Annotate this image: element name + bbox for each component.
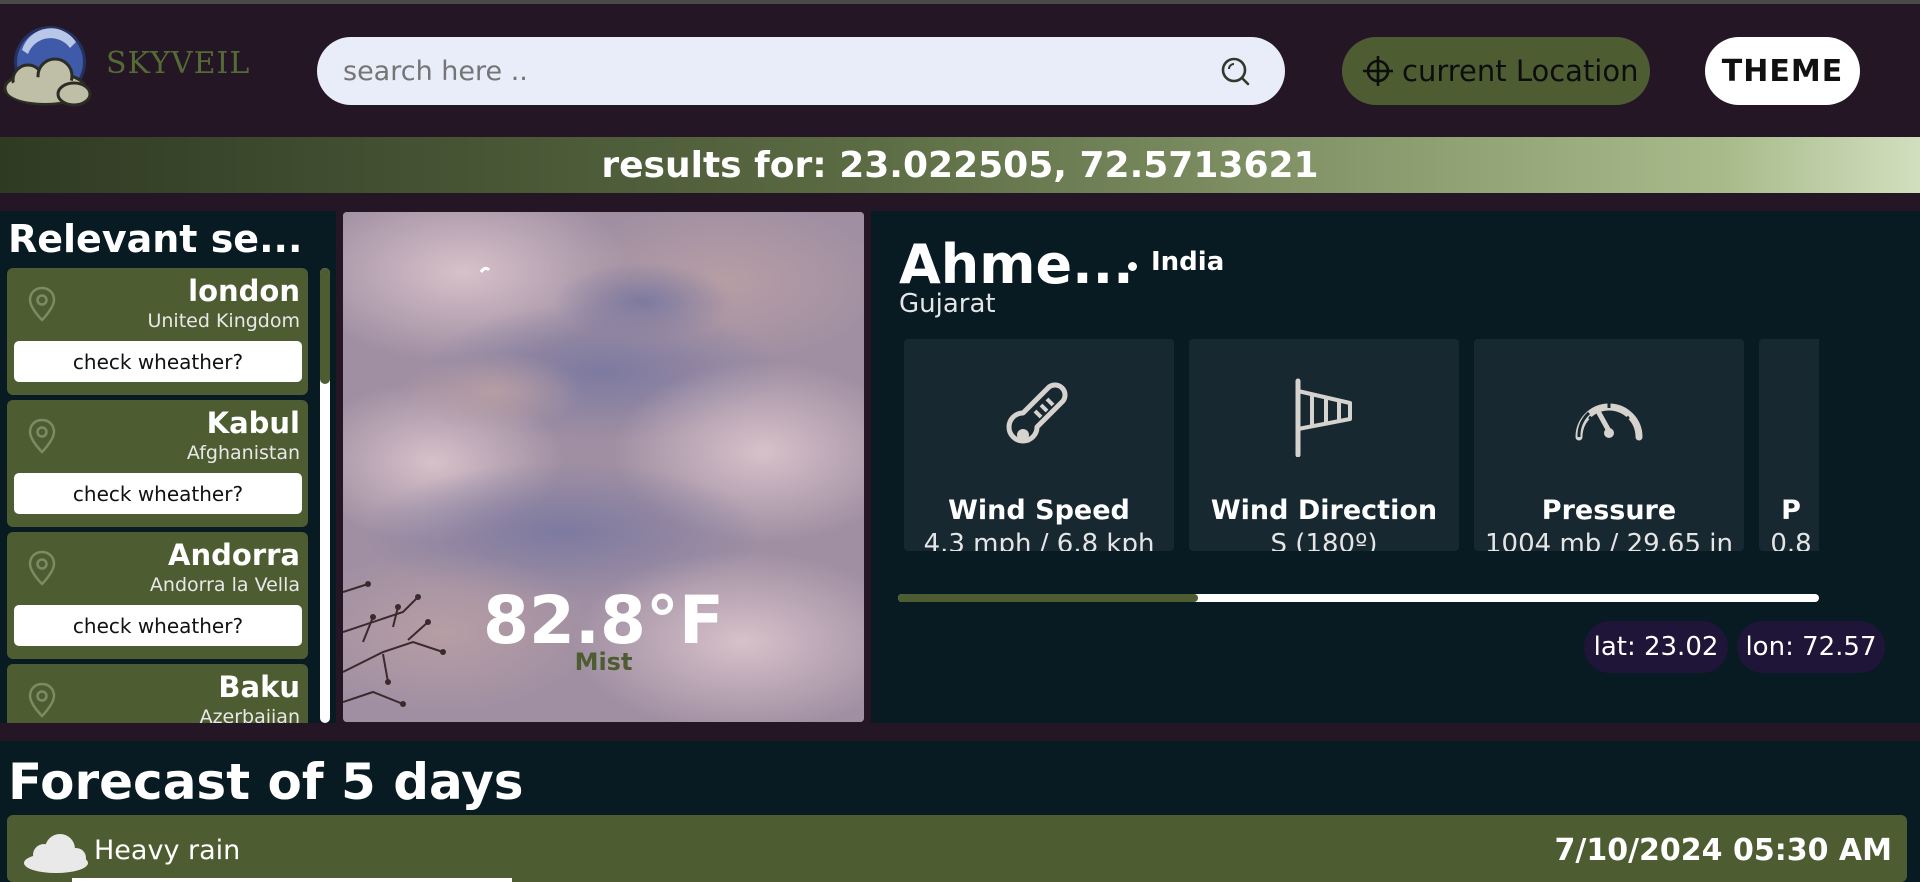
weather-background-image: 82.8°F Mist	[343, 212, 864, 722]
current-location-button[interactable]: current Location	[1342, 37, 1650, 105]
city-name: Kabul	[206, 406, 300, 440]
city-name: Andorra	[168, 538, 300, 572]
forecast-description: Heavy rain	[94, 835, 241, 866]
logo-icon[interactable]	[0, 20, 92, 110]
sidebar-scroll-thumb[interactable]	[320, 268, 330, 384]
relevant-searches-list[interactable]: london United Kingdom check wheather? Ka…	[7, 268, 308, 723]
forecast-title: Forecast of 5 days	[8, 753, 524, 811]
search-input[interactable]	[343, 37, 1193, 105]
windsock-icon	[1295, 378, 1352, 457]
region-label: Gujarat	[899, 289, 996, 319]
stat-card-wind-speed: Wind Speed 4.3 mph / 6.8 kph	[904, 339, 1174, 551]
stats-carousel[interactable]: Wind Speed 4.3 mph / 6.8 kph Wind Direct…	[904, 339, 1819, 551]
current-location-label: current Location	[1402, 54, 1639, 88]
check-weather-button[interactable]: check wheather?	[14, 605, 302, 646]
search-icon[interactable]	[1219, 55, 1251, 87]
country-name: Afghanistan	[186, 442, 300, 464]
forecast-section: Forecast of 5 days Heavy rain 7/10/2024 …	[0, 741, 1920, 882]
map-pin-icon	[28, 682, 56, 718]
relevant-searches-title: Relevant se...	[8, 217, 303, 261]
country-label: India	[1151, 247, 1225, 277]
list-item: Kabul Afghanistan check wheather?	[7, 400, 308, 527]
map-pin-icon	[28, 418, 56, 454]
stat-label: P	[1781, 495, 1801, 526]
check-weather-button[interactable]: check wheather?	[14, 341, 302, 382]
relevant-searches-panel: Relevant se... london United Kingdom che…	[0, 211, 336, 723]
crosshair-icon	[1363, 56, 1393, 86]
city-name: london	[188, 274, 300, 308]
stat-value: 4.3 mph / 6.8 kph	[923, 529, 1155, 551]
map-pin-icon	[28, 286, 56, 322]
theme-button[interactable]: THEME	[1705, 37, 1860, 105]
stats-scroll-thumb[interactable]	[898, 594, 1198, 602]
brand-name: SKYVEIL	[106, 46, 251, 81]
list-item: Andorra Andorra la Vella check wheather?	[7, 532, 308, 659]
city-name: Baku	[218, 670, 300, 704]
cloud-icon	[24, 834, 88, 873]
map-pin-icon	[28, 550, 56, 586]
results-banner: results for: 23.022505, 72.5713621	[0, 137, 1920, 193]
country-name: Andorra la Vella	[149, 574, 300, 596]
gauge-icon	[1575, 401, 1643, 441]
thermometer-icon	[1006, 382, 1068, 444]
header: SKYVEIL current Location THEME	[0, 4, 1920, 137]
latitude-badge: lat: 23.02	[1584, 621, 1728, 673]
stat-card-precipitation: P 0.8	[1759, 339, 1819, 551]
longitude-badge: lon: 72.57	[1737, 621, 1885, 673]
section-divider	[0, 193, 1920, 211]
separator-dot	[1128, 262, 1137, 271]
stat-card-wind-direction: Wind Direction S (180º)	[1189, 339, 1459, 551]
country-name: United Kingdom	[147, 310, 300, 332]
list-item: london United Kingdom check wheather?	[7, 268, 308, 395]
stats-scrollbar[interactable]	[898, 594, 1819, 602]
list-item: Baku Azerbaijan	[7, 664, 308, 723]
forecast-row: Heavy rain 7/10/2024 05:30 AM	[7, 815, 1907, 882]
current-condition: Mist	[574, 648, 633, 676]
weather-details-panel: Ahme... India Gujarat Wind Speed 4.3 mph…	[871, 211, 1920, 723]
stat-label: Wind Speed	[948, 495, 1130, 526]
results-text: results for: 23.022505, 72.5713621	[601, 144, 1319, 186]
stat-label: Wind Direction	[1210, 495, 1438, 526]
stat-value: S (180º)	[1270, 529, 1378, 551]
stat-value: 0.8	[1770, 529, 1812, 551]
forecast-datetime: 7/10/2024 05:30 AM	[1554, 833, 1893, 868]
sidebar-scrollbar[interactable]	[320, 268, 330, 723]
check-weather-button[interactable]: check wheather?	[14, 473, 302, 514]
city-title: Ahme...	[899, 233, 1134, 296]
forecast-row-scroll-hint	[72, 878, 512, 882]
search-bar	[317, 37, 1285, 105]
section-divider	[0, 723, 1920, 741]
country-name: Azerbaijan	[199, 706, 300, 723]
